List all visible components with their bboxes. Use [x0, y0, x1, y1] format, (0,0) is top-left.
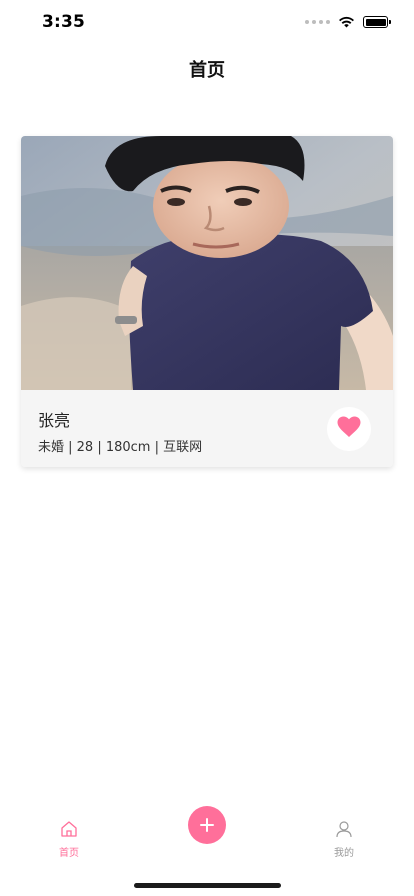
add-button[interactable]: [188, 806, 226, 844]
cellular-signal-icon: [305, 20, 330, 24]
battery-icon: [363, 16, 391, 28]
profile-info: 张亮 未婚 | 28 | 180cm | 互联网: [21, 390, 393, 467]
status-icons: [305, 16, 391, 28]
tab-mine[interactable]: 我的: [314, 820, 374, 859]
tab-home-label: 首页: [59, 848, 79, 859]
status-time: 3:35: [42, 12, 86, 32]
profile-details: 未婚 | 28 | 180cm | 互联网: [38, 440, 203, 455]
profile-card[interactable]: 张亮 未婚 | 28 | 180cm | 互联网: [21, 136, 393, 467]
tab-mine-label: 我的: [334, 848, 354, 859]
profile-photo[interactable]: [21, 136, 393, 390]
profile-name: 张亮: [38, 411, 71, 430]
tab-home[interactable]: 首页: [39, 820, 99, 859]
wifi-icon: [338, 16, 355, 28]
home-icon: [39, 820, 99, 838]
plus-icon: [200, 818, 214, 832]
like-button[interactable]: [327, 407, 371, 451]
home-indicator: [134, 883, 281, 888]
status-bar: 3:35: [0, 0, 414, 48]
tab-bar: 首页 我的: [0, 800, 414, 896]
heart-icon: [337, 416, 361, 442]
user-icon: [314, 820, 374, 838]
page-title: 首页: [189, 60, 225, 81]
